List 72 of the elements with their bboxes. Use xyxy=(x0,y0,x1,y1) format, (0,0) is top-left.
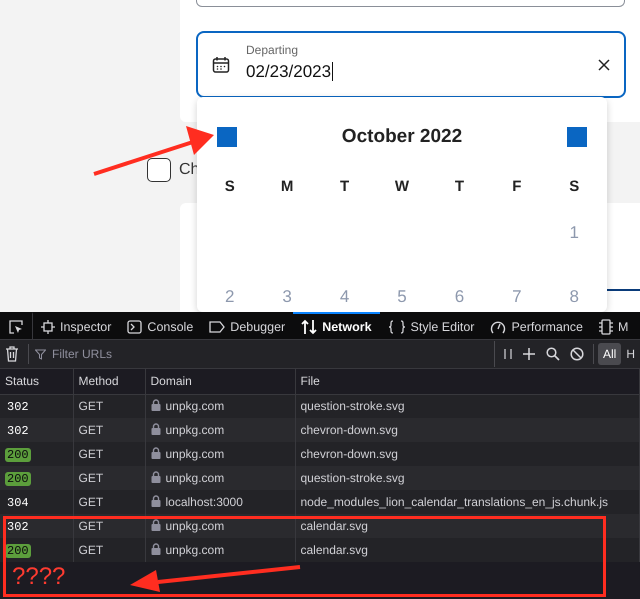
column-header[interactable]: Method xyxy=(73,369,145,394)
filter-icon xyxy=(35,348,46,360)
status-code: 302 xyxy=(6,424,30,438)
lock-icon xyxy=(150,519,160,531)
lock-icon xyxy=(150,423,160,435)
status-code: 200 xyxy=(5,544,31,558)
domain-text: unpkg.com xyxy=(166,471,224,485)
next-month-button[interactable] xyxy=(567,127,587,148)
devtools-tab[interactable]: Debugger xyxy=(201,312,294,339)
lock-icon xyxy=(150,447,160,459)
file-name: calendar.svg xyxy=(300,519,368,533)
method-text: GET xyxy=(78,423,104,437)
field-label: Departing xyxy=(246,42,300,58)
lock-icon xyxy=(150,471,160,483)
weekday-label: M xyxy=(280,178,294,194)
braces-icon xyxy=(388,320,406,334)
month-title: October 2022 xyxy=(342,125,462,149)
domain-text: unpkg.com xyxy=(166,543,224,557)
method-text: GET xyxy=(78,543,104,557)
column-header[interactable]: Status xyxy=(0,369,73,394)
method-text: GET xyxy=(78,447,104,461)
status-code: 302 xyxy=(6,400,30,414)
weekday-label: T xyxy=(340,178,350,194)
filter-type-button[interactable]: All xyxy=(598,343,622,365)
domain-text: unpkg.com xyxy=(166,399,224,414)
inspector-icon xyxy=(41,320,55,334)
devtools-tab[interactable]: Style Editor xyxy=(380,312,482,339)
lock-icon xyxy=(150,495,160,507)
file-name: chevron-down.svg xyxy=(300,447,398,461)
arrows-icon xyxy=(301,319,318,335)
calendar-icon xyxy=(212,56,230,74)
lock-icon xyxy=(150,543,160,555)
column-header[interactable]: Domain xyxy=(145,369,295,394)
status-code: 304 xyxy=(6,496,30,510)
domain-text: unpkg.com xyxy=(166,423,224,437)
method-text: GET xyxy=(78,471,104,485)
weekday-label: S xyxy=(569,178,580,194)
method-text: GET xyxy=(78,519,104,533)
devtools-tab[interactable]: Inspector xyxy=(33,312,120,339)
gauge-icon xyxy=(490,320,506,334)
domain-text: unpkg.com xyxy=(166,519,224,533)
chip-icon xyxy=(599,319,614,335)
annotation-text: ???? xyxy=(12,565,66,589)
file-name: node_modules_lion_calendar_translations_en_js.chunk.js xyxy=(300,495,608,509)
weekday-label: F xyxy=(512,178,522,194)
label-tag-icon xyxy=(209,321,226,333)
method-text: GET xyxy=(78,495,104,509)
clear-icon[interactable] xyxy=(598,58,610,70)
devtools-tab[interactable]: Performance xyxy=(482,312,592,339)
filter-type-button[interactable]: H xyxy=(621,343,640,365)
status-code: 302 xyxy=(6,520,30,534)
status-code: 200 xyxy=(5,472,31,486)
lock-icon xyxy=(150,399,160,412)
method-text: GET xyxy=(78,399,104,414)
devtools-tab[interactable]: M xyxy=(591,312,636,339)
devtools-tab[interactable]: Console xyxy=(119,312,202,339)
status-code: 200 xyxy=(5,448,31,462)
file-name: chevron-down.svg xyxy=(300,423,398,437)
file-name: question-stroke.svg xyxy=(300,399,405,414)
previous-month-button[interactable] xyxy=(217,127,237,148)
weekday-label: S xyxy=(224,178,235,194)
file-name: question-stroke.svg xyxy=(300,471,405,485)
filter-field[interactable]: Filter URLs xyxy=(50,344,250,364)
file-name: calendar.svg xyxy=(300,543,368,557)
checkbox[interactable] xyxy=(147,158,171,182)
console-icon xyxy=(127,320,142,334)
weekday-label: W xyxy=(394,178,410,194)
domain-text: unpkg.com xyxy=(166,447,224,461)
weekday-label: T xyxy=(454,178,464,194)
date-value[interactable]: 02/23/2023 xyxy=(246,62,334,80)
column-header[interactable]: File xyxy=(295,369,640,394)
domain-text: localhost:3000 xyxy=(166,495,243,509)
